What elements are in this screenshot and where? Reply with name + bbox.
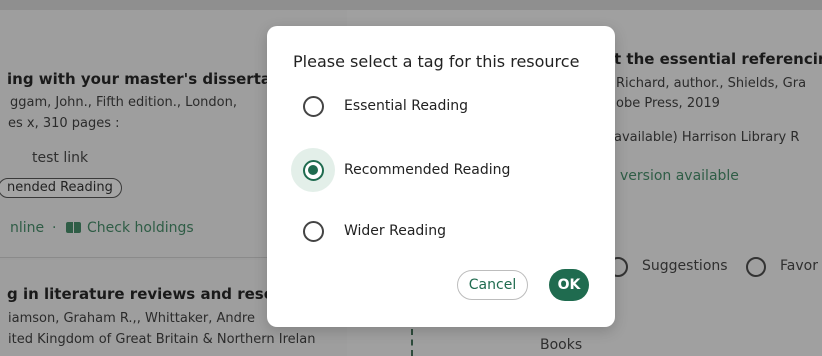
- results-top-strip: [0, 0, 347, 10]
- option-label[interactable]: Wider Reading: [344, 223, 446, 239]
- option-label[interactable]: Recommended Reading: [344, 162, 510, 178]
- radio-container[interactable]: [291, 209, 335, 253]
- separator-dot: ·: [52, 220, 57, 236]
- option-label[interactable]: Essential Reading: [344, 98, 468, 114]
- ok-button[interactable]: OK: [549, 269, 589, 301]
- filter-suggestions: Suggestions: [642, 258, 728, 274]
- result-title[interactable]: ing with your master's dissertati: [7, 70, 283, 88]
- option-essential-reading[interactable]: Essential Reading: [291, 84, 591, 128]
- result-title[interactable]: g in literature reviews and resea: [7, 285, 284, 303]
- tag-select-dialog: Please select a tag for this resource Es…: [267, 26, 615, 327]
- online-link[interactable]: nline: [10, 220, 44, 236]
- radio-container[interactable]: [291, 148, 335, 192]
- version-link[interactable]: version available: [620, 168, 739, 184]
- books-label: Books: [540, 337, 583, 353]
- dialog-title: Please select a tag for this resource: [293, 52, 580, 71]
- check-holdings-link[interactable]: Check holdings: [66, 220, 194, 236]
- detail-top-strip: [347, 0, 822, 10]
- result-extent: es x, 310 pages :: [8, 116, 120, 131]
- detail-authors: Richard, author., Shields, Gra: [616, 76, 807, 91]
- detail-publisher: obe Press, 2019: [616, 96, 720, 111]
- radio-button-selected[interactable]: [302, 159, 324, 181]
- result-publisher: ited Kingdom of Great Britain & Northern…: [8, 332, 316, 347]
- radio-button[interactable]: [302, 95, 324, 117]
- result-authors: iamson, Graham R.,, Whittaker, Andre: [8, 311, 255, 326]
- radio-container[interactable]: [291, 84, 335, 128]
- tag-pill[interactable]: nended Reading: [0, 178, 122, 198]
- result-link[interactable]: test link: [32, 150, 88, 166]
- filter-favourites: Favor: [780, 258, 818, 274]
- result-authors: ggam, John., Fifth edition., London,: [10, 95, 237, 110]
- detail-title: t the essential referencin: [614, 50, 822, 68]
- check-holdings-label: Check holdings: [87, 220, 194, 236]
- radio-button[interactable]: [746, 257, 766, 277]
- detail-availability: available) Harrison Library R: [614, 130, 800, 145]
- book-icon: [66, 222, 81, 233]
- cancel-button[interactable]: Cancel: [457, 270, 528, 300]
- option-wider-reading[interactable]: Wider Reading: [291, 209, 591, 253]
- radio-button[interactable]: [302, 220, 324, 242]
- option-recommended-reading[interactable]: Recommended Reading: [291, 148, 591, 192]
